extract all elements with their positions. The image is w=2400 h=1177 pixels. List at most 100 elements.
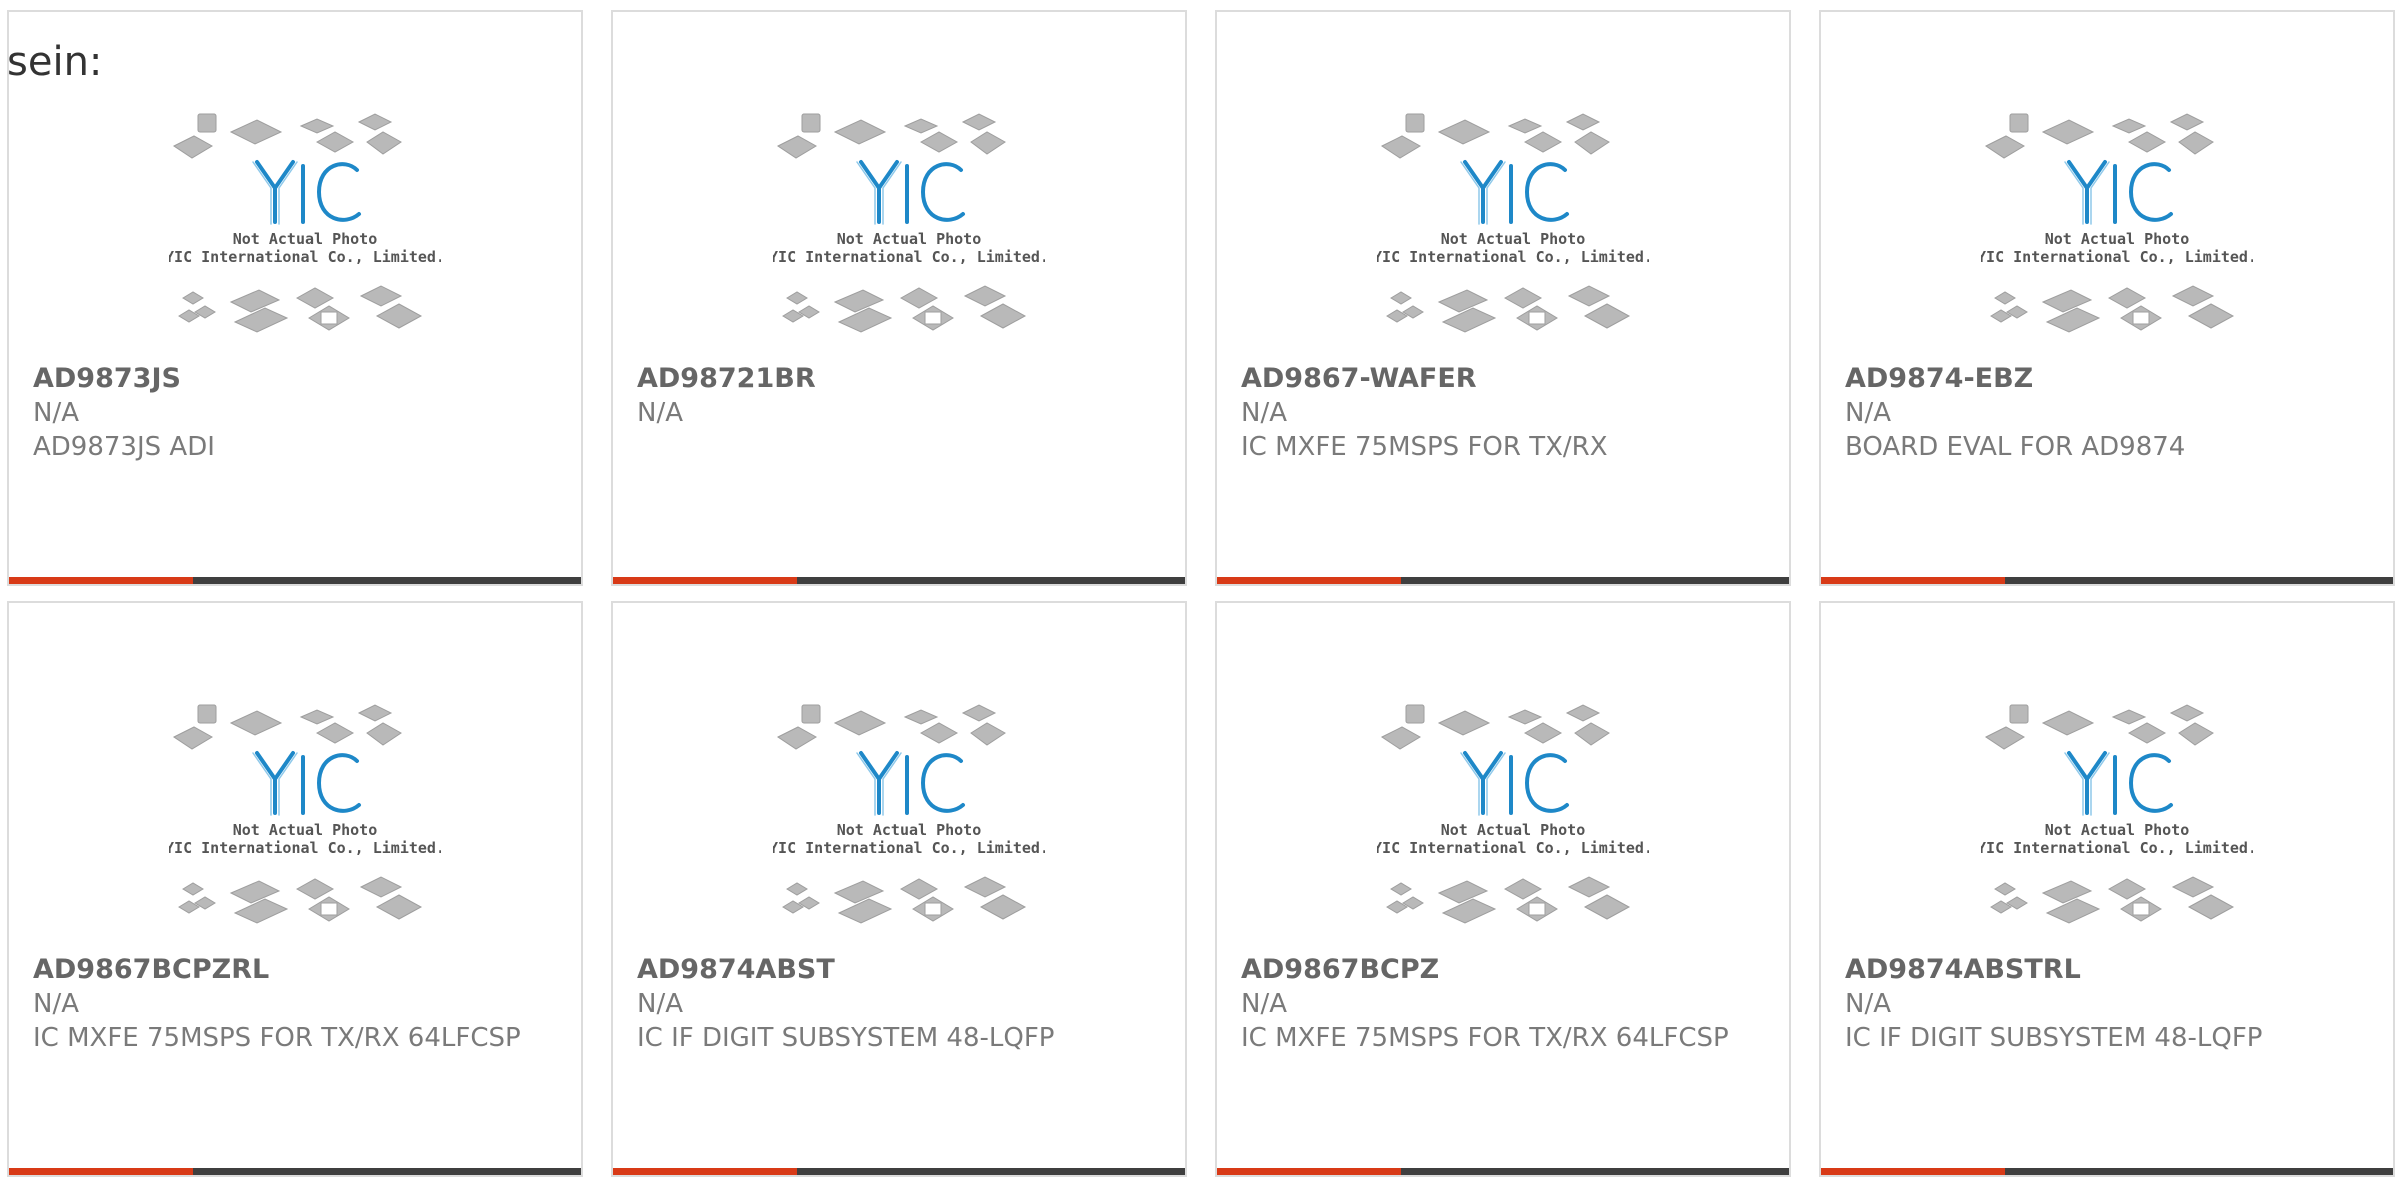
product-status: N/A	[637, 398, 683, 428]
caption-company: YIC International Co., Limited.	[1377, 839, 1649, 857]
product-image[interactable]: YIC Not Actual PhotoYIC International Co.…	[1377, 693, 1649, 949]
card-bottom-bar	[9, 577, 581, 584]
product-description: IC MXFE 75MSPS FOR TX/RX 64LFCSP	[1241, 1023, 1729, 1053]
card-bottom-bar	[1821, 577, 2393, 584]
card-accent-bar	[1217, 1168, 1401, 1175]
chip-icons-bottom	[782, 285, 1027, 333]
product-status: N/A	[1845, 989, 1891, 1019]
caption-company: YIC International Co., Limited.	[169, 248, 441, 266]
product-card[interactable]: YIC Not Actual PhotoYIC International Co.…	[1819, 10, 2395, 586]
product-grid: YICNot Actual PhotoYIC International Co.…	[0, 0, 2400, 1177]
card-bottom-bar	[9, 1168, 581, 1175]
part-number[interactable]: AD9873JS	[33, 362, 557, 396]
chip-icons-top	[1985, 113, 2214, 159]
chip-icons-bottom	[1990, 285, 2235, 333]
product-status: N/A	[33, 989, 79, 1019]
product-description: IC MXFE 75MSPS FOR TX/RX	[1241, 432, 1608, 462]
chip-icons-bottom	[178, 876, 423, 924]
product-status: N/A	[1845, 398, 1891, 428]
caption-company: YIC International Co., Limited.	[1981, 248, 2253, 266]
caption-not-actual-photo: Not Actual Photo	[233, 821, 378, 839]
chip-icons-bottom	[782, 876, 1027, 924]
card-bottom-bar	[1217, 1168, 1789, 1175]
part-number[interactable]: AD9874ABSTRL	[1845, 953, 2369, 987]
product-description: IC IF DIGIT SUBSYSTEM 48-LQFP	[637, 1023, 1055, 1053]
chip-icons-bottom	[1990, 876, 2235, 924]
card-accent-bar	[613, 1168, 797, 1175]
part-number[interactable]: AD9867BCPZRL	[33, 953, 557, 987]
product-card[interactable]: YIC Not Actual PhotoYIC International Co.…	[1215, 601, 1791, 1177]
product-info: AD9873JS N/A AD9873JS ADI	[33, 362, 557, 464]
product-info: AD9867BCPZ N/A IC MXFE 75MSPS FOR TX/RX …	[1241, 953, 1765, 1055]
product-card[interactable]: YIC Not Actual PhotoYIC International Co.…	[7, 601, 583, 1177]
caption-not-actual-photo: Not Actual Photo	[233, 230, 378, 248]
product-info: AD9874ABST N/A IC IF DIGIT SUBSYSTEM 48-…	[637, 953, 1161, 1055]
card-accent-bar	[1821, 577, 2005, 584]
product-status: N/A	[637, 989, 683, 1019]
product-card[interactable]: YIC Not Actual PhotoYIC International Co.…	[1215, 10, 1791, 586]
product-card[interactable]: YIC Not Actual PhotoYIC International Co.…	[7, 10, 583, 586]
caption-company: YIC International Co., Limited.	[773, 248, 1045, 266]
chip-icons-top	[1381, 113, 1610, 159]
yic-logo: YIC	[856, 751, 965, 816]
caption-not-actual-photo: Not Actual Photo	[837, 230, 982, 248]
product-card[interactable]: YIC Not Actual PhotoYIC International Co.…	[1819, 601, 2395, 1177]
part-number[interactable]: AD98721BR	[637, 362, 1161, 396]
part-number[interactable]: AD9874-EBZ	[1845, 362, 2369, 396]
product-info: AD9867BCPZRL N/A IC MXFE 75MSPS FOR TX/R…	[33, 953, 557, 1055]
chip-icons-bottom	[178, 285, 423, 333]
yic-logo: YIC	[1460, 751, 1569, 816]
part-number[interactable]: AD9867-WAFER	[1241, 362, 1765, 396]
chip-icons-top	[1381, 704, 1610, 750]
chip-icons-bottom	[1386, 285, 1631, 333]
product-image[interactable]: YIC Not Actual PhotoYIC International Co.…	[169, 693, 441, 949]
chip-icons-bottom	[1386, 876, 1631, 924]
chip-icons-top	[173, 704, 402, 750]
card-bottom-bar	[613, 577, 1185, 584]
card-accent-bar	[1821, 1168, 2005, 1175]
placeholder-image: YIC Not Actual PhotoYIC International Co.…	[169, 113, 441, 333]
product-description: BOARD EVAL FOR AD9874	[1845, 432, 2186, 462]
part-number[interactable]: AD9874ABST	[637, 953, 1161, 987]
placeholder-image: YIC Not Actual PhotoYIC International Co.…	[1377, 704, 1649, 924]
card-bottom-bar	[613, 1168, 1185, 1175]
product-status: N/A	[1241, 989, 1287, 1019]
product-description: IC IF DIGIT SUBSYSTEM 48-LQFP	[1845, 1023, 2263, 1053]
product-image[interactable]: YIC Not Actual PhotoYIC International Co.…	[1981, 102, 2253, 358]
product-image[interactable]: YIC Not Actual PhotoYIC International Co.…	[773, 102, 1045, 358]
product-image[interactable]: YIC Not Actual PhotoYIC International Co.…	[1377, 102, 1649, 358]
yic-logo: YIC	[2064, 160, 2173, 225]
card-bottom-bar	[1217, 577, 1789, 584]
caption-not-actual-photo: Not Actual Photo	[837, 821, 982, 839]
caption-not-actual-photo: Not Actual Photo	[2045, 230, 2190, 248]
product-info: AD9874ABSTRL N/A IC IF DIGIT SUBSYSTEM 4…	[1845, 953, 2369, 1055]
caption-not-actual-photo: Not Actual Photo	[2045, 821, 2190, 839]
caption-company: YIC International Co., Limited.	[1377, 248, 1649, 266]
caption-company: YIC International Co., Limited.	[169, 839, 441, 857]
part-number[interactable]: AD9867BCPZ	[1241, 953, 1765, 987]
yic-logo: YIC	[856, 160, 965, 225]
product-info: AD9874-EBZ N/A BOARD EVAL FOR AD9874	[1845, 362, 2369, 464]
chip-icons-top	[173, 113, 402, 159]
caption-not-actual-photo: Not Actual Photo	[1441, 230, 1586, 248]
caption-company: YIC International Co., Limited.	[773, 839, 1045, 857]
chip-icons-top	[777, 113, 1006, 159]
product-status: N/A	[33, 398, 79, 428]
product-card[interactable]: YIC Not Actual PhotoYIC International Co.…	[611, 10, 1187, 586]
product-image[interactable]: YIC Not Actual PhotoYIC International Co.…	[1981, 693, 2253, 949]
caption-company: YIC International Co., Limited.	[1981, 839, 2253, 857]
yic-logo: YIC	[2064, 751, 2173, 816]
placeholder-image: YIC Not Actual PhotoYIC International Co.…	[773, 113, 1045, 333]
chip-icons-top	[777, 704, 1006, 750]
card-accent-bar	[1217, 577, 1401, 584]
product-card[interactable]: YIC Not Actual PhotoYIC International Co.…	[611, 601, 1187, 1177]
placeholder-image: YIC Not Actual PhotoYIC International Co.…	[169, 704, 441, 924]
product-image[interactable]: YIC Not Actual PhotoYIC International Co.…	[169, 102, 441, 358]
product-info: AD9867-WAFER N/A IC MXFE 75MSPS FOR TX/R…	[1241, 362, 1765, 464]
placeholder-image: YIC Not Actual PhotoYIC International Co.…	[1377, 113, 1649, 333]
product-image[interactable]: YIC Not Actual PhotoYIC International Co.…	[773, 693, 1045, 949]
yic-logo: YIC	[252, 160, 361, 225]
card-accent-bar	[613, 577, 797, 584]
product-description: AD9873JS ADI	[33, 432, 215, 462]
intro-text: sein:	[7, 39, 103, 85]
